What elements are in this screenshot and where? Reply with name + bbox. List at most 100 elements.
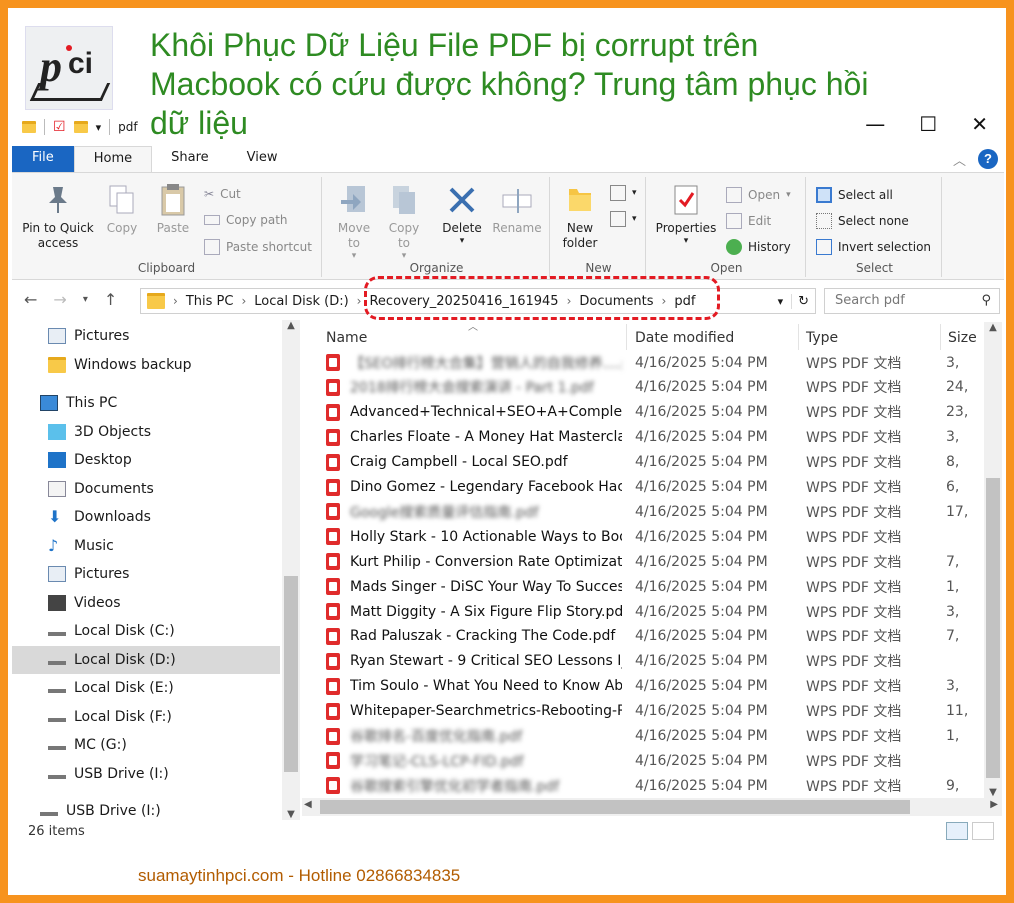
refresh-icon[interactable]: ↻ (791, 293, 815, 309)
select-all-button[interactable]: Select all (816, 187, 893, 203)
scroll-right-icon[interactable]: ▶ (990, 799, 998, 810)
tab-view[interactable]: View (228, 146, 297, 172)
nav-item-downloads[interactable]: ⬇ Downloads (48, 503, 151, 531)
delete-button[interactable]: Delete ▾ (440, 183, 484, 249)
table-row[interactable]: Matt Diggity - A Six Figure Flip Story.p… (320, 599, 984, 624)
tab-share[interactable]: Share (152, 146, 228, 172)
col-name[interactable]: Name (326, 330, 367, 346)
crumb-local-disk-d[interactable]: Local Disk (D:) (254, 294, 348, 309)
table-row[interactable]: Tim Soulo - What You Need to Know Ab... 4… (320, 674, 984, 699)
collapse-ribbon-icon[interactable]: ︿ (953, 150, 966, 169)
nav-item-local-disk-d[interactable]: Local Disk (D:) (12, 646, 280, 674)
file-type: WPS PDF 文档 (806, 604, 902, 621)
invert-selection-button[interactable]: Invert selection (816, 239, 931, 255)
help-icon[interactable]: ? (978, 149, 998, 169)
cut-button[interactable]: ✂ Cut (204, 187, 241, 201)
col-date-modified[interactable]: Date modified (635, 330, 734, 346)
table-row[interactable]: 谷歌搜索引擎优化初学者指南.pdf 4/16/2025 5:04 PM WPS PD… (320, 773, 984, 798)
tab-file[interactable]: File (12, 146, 74, 172)
nav-item-3d-objects[interactable]: 3D Objects (48, 418, 151, 446)
nav-item-usb-drive-i-root[interactable]: USB Drive (I:) (40, 797, 161, 820)
table-row[interactable]: Ryan Stewart - 9 Critical SEO Lessons I_… (320, 649, 984, 674)
tab-home[interactable]: Home (73, 146, 153, 172)
crumb-this-pc[interactable]: This PC (186, 294, 234, 309)
table-row[interactable]: Dino Gomez - Legendary Facebook Hack... 4… (320, 475, 984, 500)
nav-item-music[interactable]: ♪ Music (48, 532, 114, 560)
table-row[interactable]: 谷歌排名-百度优化指南.pdf 4/16/2025 5:04 PM WPS PDF … (320, 724, 984, 749)
up-arrow-icon[interactable]: ↑ (104, 290, 117, 310)
recent-locations-icon[interactable]: ▾ (83, 290, 88, 310)
nav-item-windows-backup[interactable]: Windows backup (48, 351, 192, 379)
table-row[interactable]: Google搜索质量评估指南.pdf 4/16/2025 5:04 PM WPS P… (320, 499, 984, 524)
copy-to-button[interactable]: Copy to ▾ (382, 183, 426, 264)
nav-scroll-thumb[interactable] (284, 576, 298, 772)
scroll-up-icon[interactable]: ▲ (984, 322, 1002, 333)
table-row[interactable]: 学习笔记-CLS-LCP-FID.pdf 4/16/2025 5:04 PM WPS… (320, 748, 984, 773)
properties-button[interactable]: Properties ▾ (652, 183, 720, 249)
horizontal-scroll-thumb[interactable] (320, 800, 910, 814)
maximize-button[interactable]: ☐ (919, 112, 937, 136)
copy-path-button[interactable]: Copy path (204, 213, 288, 227)
minimize-button[interactable]: — (865, 112, 885, 136)
table-row[interactable]: 2018排行榜大会搜索演讲 - Part 1.pdf 4/16/2025 5:04… (320, 375, 984, 400)
file-list-scrollbar[interactable]: ▲ ▼ (984, 322, 1002, 798)
edit-button[interactable]: Edit (726, 213, 771, 229)
table-row[interactable]: Charles Floate - A Money Hat Masterclas.… (320, 425, 984, 450)
new-folder-button[interactable]: New folder (558, 183, 602, 251)
file-scroll-thumb[interactable] (986, 478, 1000, 778)
nav-item-mc-g[interactable]: MC (G:) (48, 731, 127, 759)
nav-item-local-disk-c[interactable]: Local Disk (C:) (48, 617, 175, 645)
paste-shortcut-button[interactable]: Paste shortcut (204, 239, 312, 255)
table-row[interactable]: Craig Campbell - Local SEO.pdf 4/16/2025 … (320, 450, 984, 475)
table-row[interactable]: Advanced+Technical+SEO+A+Complete... 4/16… (320, 400, 984, 425)
nav-item-pictures-quick[interactable]: Pictures (48, 322, 129, 350)
nav-item-this-pc[interactable]: This PC (40, 389, 117, 417)
rename-button[interactable]: Rename (490, 183, 544, 236)
pin-quick-access-button[interactable]: Pin to Quick access (18, 183, 98, 251)
table-row[interactable]: Holly Stark - 10 Actionable Ways to Boos… (320, 524, 984, 549)
col-size[interactable]: Size (948, 330, 977, 346)
back-arrow-icon[interactable]: ← (24, 290, 37, 310)
table-row[interactable]: 【SEO排行榜大合集】营销人的自我修养....pdf 4/16/2025 5:04… (320, 350, 984, 375)
scroll-down-icon[interactable]: ▼ (282, 809, 300, 820)
nav-scrollbar[interactable]: ▲ ▼ (282, 320, 300, 820)
scroll-left-icon[interactable]: ◀ (304, 799, 312, 810)
properties-check-icon[interactable]: ☑ (53, 119, 66, 135)
large-icons-view-icon[interactable] (972, 822, 994, 840)
address-dropdown-icon[interactable]: ▾ (778, 295, 784, 308)
customize-qa-icon[interactable]: ▾ (96, 121, 102, 134)
scroll-down-icon[interactable]: ▼ (984, 787, 1002, 798)
folder-icon[interactable] (22, 121, 36, 133)
details-view-icon[interactable] (946, 822, 968, 840)
table-row[interactable]: Mads Singer - DiSC Your Way To Success..… (320, 574, 984, 599)
scroll-up-icon[interactable]: ▲ (282, 320, 300, 331)
table-row[interactable]: Whitepaper-Searchmetrics-Rebooting-R... 4… (320, 699, 984, 724)
col-type[interactable]: Type (806, 330, 838, 346)
open-button[interactable]: Open ▾ (726, 187, 791, 203)
new-item-button[interactable]: ▾ (610, 185, 637, 201)
nav-item-pictures[interactable]: Pictures (48, 560, 129, 588)
close-button[interactable]: ✕ (971, 112, 988, 136)
select-none-button[interactable]: Select none (816, 213, 909, 229)
nav-item-desktop[interactable]: Desktop (48, 446, 132, 474)
nav-item-usb-drive-i[interactable]: USB Drive (I:) (48, 760, 169, 788)
move-to-button[interactable]: Move to ▾ (332, 183, 376, 264)
pdf-file-icon (326, 677, 340, 695)
nav-item-local-disk-e[interactable]: Local Disk (E:) (48, 674, 174, 702)
easy-access-button[interactable]: ▾ (610, 211, 637, 227)
new-folder-icon[interactable] (73, 121, 88, 133)
table-row[interactable]: Rad Paluszak - Cracking The Code.pdf 4/16… (320, 624, 984, 649)
horizontal-scrollbar[interactable]: ◀ ▶ (302, 798, 1002, 816)
forward-arrow-icon[interactable]: → (53, 290, 66, 310)
copy-button[interactable]: Copy (102, 183, 142, 236)
nav-item-local-disk-f[interactable]: Local Disk (F:) (48, 703, 172, 731)
search-input[interactable]: Search pdf ⚲ (824, 288, 1000, 314)
history-button[interactable]: History (726, 239, 791, 255)
paste-button[interactable]: Paste (150, 183, 196, 236)
select-all-icon (816, 187, 832, 203)
file-date: 4/16/2025 5:04 PM (635, 528, 768, 545)
nav-item-documents[interactable]: Documents (48, 475, 154, 503)
pdf-file-icon (326, 503, 340, 521)
table-row[interactable]: Kurt Philip - Conversion Rate Optimizati… (320, 549, 984, 574)
nav-item-videos[interactable]: Videos (48, 589, 121, 617)
